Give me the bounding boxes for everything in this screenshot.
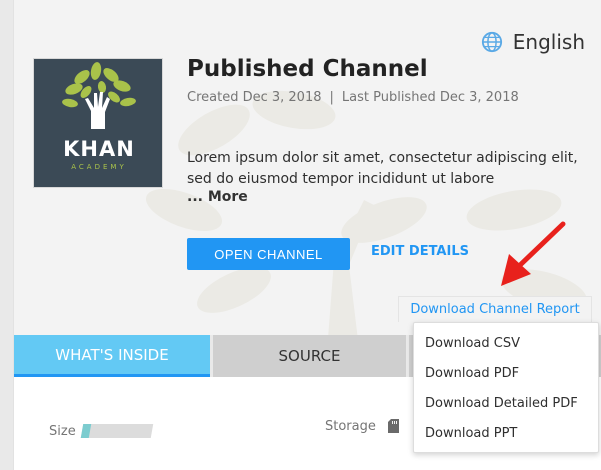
thumbnail-brand-subname: ACADEMY	[71, 163, 127, 171]
storage-label: Storage	[325, 419, 376, 434]
created-date: Created Dec 3, 2018	[187, 90, 322, 105]
download-channel-report-button[interactable]: Download Channel Report	[398, 296, 592, 322]
thumbnail-brand-name: KHAN	[63, 137, 135, 161]
download-detailed-pdf-item[interactable]: Download Detailed PDF	[414, 388, 598, 418]
more-link[interactable]: ... More	[187, 189, 248, 205]
language-label: English	[512, 30, 585, 54]
channel-dates: Created Dec 3, 2018 | Last Published Dec…	[187, 90, 519, 105]
date-separator: |	[329, 90, 334, 105]
edit-details-button[interactable]: EDIT DETAILS	[371, 244, 469, 259]
download-ppt-item[interactable]: Download PPT	[414, 418, 598, 448]
channel-thumbnail: KHAN ACADEMY	[33, 58, 163, 188]
tab-whats-inside[interactable]: WHAT'S INSIDE	[14, 335, 210, 377]
language-selector[interactable]: English	[481, 30, 585, 54]
globe-icon	[481, 31, 502, 53]
sd-card-icon	[388, 419, 399, 433]
channel-description: Lorem ipsum dolor sit amet, consectetur …	[187, 150, 578, 187]
channel-title: Published Channel	[187, 56, 428, 82]
last-published-date: Last Published Dec 3, 2018	[341, 90, 519, 105]
size-bar	[80, 424, 154, 438]
download-csv-item[interactable]: Download CSV	[414, 328, 598, 358]
open-channel-button[interactable]: OPEN CHANNEL	[187, 238, 350, 270]
channel-header: English KHAN ACADEMY Published Channel C…	[14, 0, 601, 335]
tab-source[interactable]: SOURCE	[210, 335, 406, 377]
khan-tree-logo	[62, 62, 136, 129]
download-pdf-item[interactable]: Download PDF	[414, 358, 598, 388]
size-bar-fill	[80, 424, 92, 438]
size-label: Size	[49, 424, 76, 439]
app-frame: English KHAN ACADEMY Published Channel C…	[0, 0, 601, 470]
download-report-menu: Download CSV Download PDF Download Detai…	[413, 322, 599, 453]
